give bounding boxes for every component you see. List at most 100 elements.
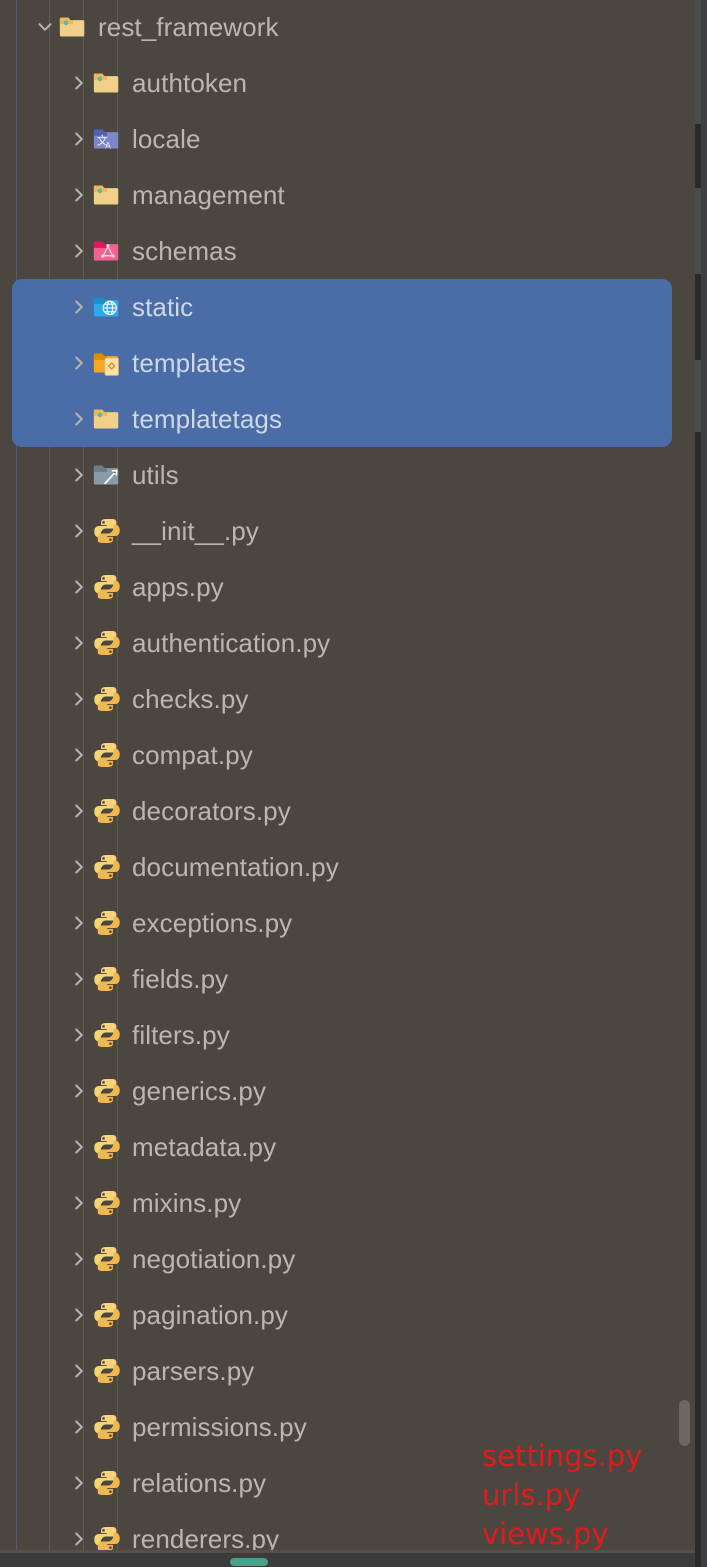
chevron-right-icon[interactable] [66,354,92,372]
tree-row-decorators-py[interactable]: decorators.py [0,783,695,839]
annotation-views-py: views.py [482,1517,609,1551]
tree-row-negotiation-py[interactable]: negotiation.py [0,1231,695,1287]
tree-row-static[interactable]: static [0,279,695,335]
chevron-right-icon[interactable] [66,466,92,484]
tree-row-metadata-py[interactable]: metadata.py [0,1119,695,1175]
chevron-right-icon[interactable] [66,1530,92,1548]
chevron-right-icon[interactable] [66,1362,92,1380]
folder-template-icon [92,348,126,378]
tree-row-label: __init__.py [132,516,259,546]
tree-row-authentication-py[interactable]: authentication.py [0,615,695,671]
tree-row-label: relations.py [132,1468,267,1498]
tree-row-label: fields.py [132,964,229,994]
chevron-right-icon[interactable] [66,1194,92,1212]
chevron-right-icon[interactable] [66,578,92,596]
tree-row-label: generics.py [132,1076,267,1106]
tree-row-authtoken[interactable]: authtoken [0,55,695,111]
horizontal-scrollbar-thumb[interactable] [230,1558,268,1566]
chevron-right-icon[interactable] [66,242,92,260]
folder-tools-icon [92,460,126,490]
chevron-right-icon[interactable] [66,74,92,92]
tree-row-label: filters.py [132,1020,230,1050]
annotation-urls-py: urls.py [482,1478,581,1512]
tree-row-documentation-py[interactable]: documentation.py [0,839,695,895]
tree-row-fields-py[interactable]: fields.py [0,951,695,1007]
chevron-right-icon[interactable] [66,970,92,988]
chevron-right-icon[interactable] [66,186,92,204]
python-file-icon [92,628,126,658]
vertical-scrollbar-thumb[interactable] [679,1400,690,1446]
tree-row-label: authtoken [132,68,248,98]
adjacent-editor-strip [695,0,707,1567]
python-file-icon [92,796,126,826]
folder-globe-icon [92,292,126,322]
python-file-icon [92,1188,126,1218]
chevron-down-icon[interactable] [32,18,58,36]
tree-row-label: utils [132,460,179,490]
chevron-right-icon[interactable] [66,1082,92,1100]
tree-row-label: permissions.py [132,1412,307,1442]
python-file-icon [92,1300,126,1330]
tree-row-label: checks.py [132,684,249,714]
tree-row-generics-py[interactable]: generics.py [0,1063,695,1119]
tree-row-label: apps.py [132,572,224,602]
tree-row-locale[interactable]: 文 Alocale [0,111,695,167]
chevron-right-icon[interactable] [66,1418,92,1436]
file-tree[interactable]: rest_framework authtoken 文 Alocale managemen… [0,0,695,1567]
folder-amber-icon [92,180,126,210]
chevron-right-icon[interactable] [66,1138,92,1156]
python-file-icon [92,1020,126,1050]
tree-row-checks-py[interactable]: checks.py [0,671,695,727]
tree-row-init-py[interactable]: __init__.py [0,503,695,559]
tree-row-compat-py[interactable]: compat.py [0,727,695,783]
horizontal-scrollbar-track[interactable] [0,1553,695,1567]
chevron-right-icon[interactable] [66,746,92,764]
strip-edge [701,0,707,1567]
tree-row-filters-py[interactable]: filters.py [0,1007,695,1063]
python-file-icon [92,1244,126,1274]
chevron-right-icon[interactable] [66,130,92,148]
chevron-right-icon[interactable] [66,634,92,652]
tree-row-label: compat.py [132,740,253,770]
tree-row-label: authentication.py [132,628,331,658]
chevron-right-icon[interactable] [66,690,92,708]
tree-row-parsers-py[interactable]: parsers.py [0,1343,695,1399]
chevron-right-icon[interactable] [66,298,92,316]
chevron-right-icon[interactable] [66,1474,92,1492]
tree-row-pagination-py[interactable]: pagination.py [0,1287,695,1343]
folder-locale-icon: 文A [92,124,126,154]
folder-open-amber-icon [58,12,92,42]
tree-row-templates[interactable]: templates [0,335,695,391]
python-file-icon [92,684,126,714]
annotation-settings-py: settings.py [482,1439,643,1473]
tree-row-label: rest_framework [98,12,279,42]
svg-text:A: A [105,140,111,150]
chevron-right-icon[interactable] [66,1306,92,1324]
chevron-right-icon[interactable] [66,1026,92,1044]
tree-row-label: mixins.py [132,1188,242,1218]
tree-row-schemas[interactable]: schemas [0,223,695,279]
tree-row-rest-framework[interactable]: rest_framework [0,0,695,55]
chevron-right-icon[interactable] [66,914,92,932]
tree-row-label: templates [132,348,246,378]
chevron-right-icon[interactable] [66,522,92,540]
tree-row-templatetags[interactable]: templatetags [0,391,695,447]
python-file-icon [92,1076,126,1106]
tree-row-management[interactable]: management [0,167,695,223]
chevron-right-icon[interactable] [66,410,92,428]
chevron-right-icon[interactable] [66,802,92,820]
python-file-icon [92,516,126,546]
tree-row-label: templatetags [132,404,283,434]
python-file-icon [92,740,126,770]
tree-row-utils[interactable]: utils [0,447,695,503]
tree-row-apps-py[interactable]: apps.py [0,559,695,615]
tree-row-label: static [132,292,194,322]
chevron-right-icon[interactable] [66,858,92,876]
chevron-right-icon[interactable] [66,1250,92,1268]
tree-row-mixins-py[interactable]: mixins.py [0,1175,695,1231]
tree-row-exceptions-py[interactable]: exceptions.py [0,895,695,951]
python-file-icon [92,1468,126,1498]
tree-row-label: management [132,180,285,210]
python-file-icon [92,1356,126,1386]
folder-graphql-icon [92,236,126,266]
